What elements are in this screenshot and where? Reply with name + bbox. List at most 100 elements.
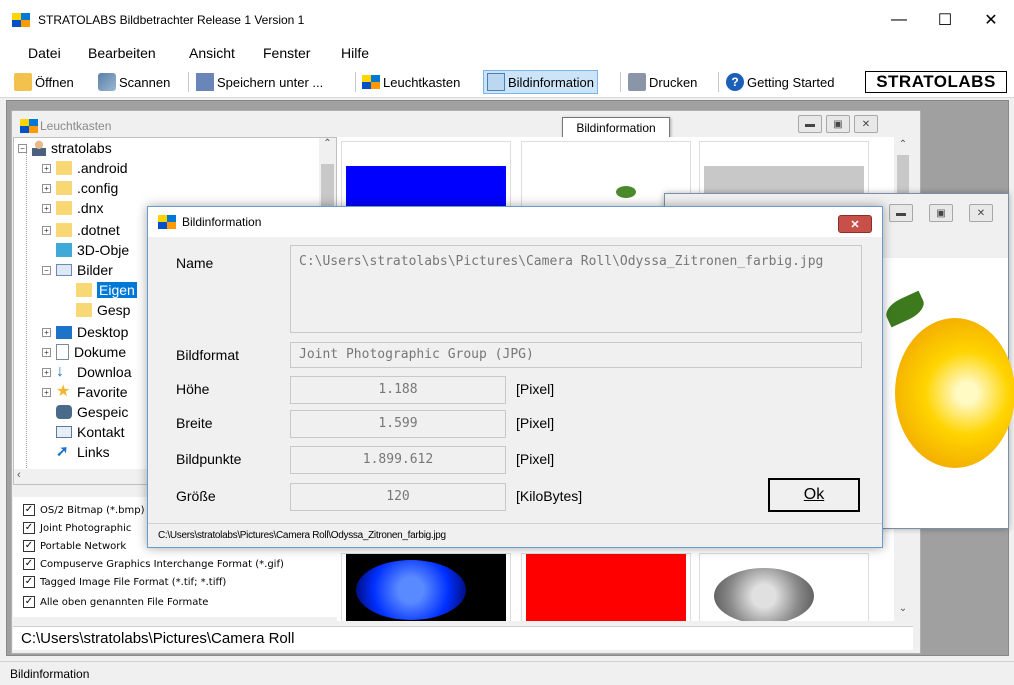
tree-item-kontakte[interactable]: Kontakt	[56, 422, 124, 442]
width-label: Breite	[176, 415, 213, 431]
print-button[interactable]: Drucken	[628, 70, 697, 94]
thumbnail-blue[interactable]	[341, 141, 511, 208]
tree-item-root[interactable]: − stratolabs	[18, 138, 112, 158]
game-icon	[56, 405, 72, 419]
scroll-up-icon[interactable]: ⌃	[894, 139, 912, 153]
checkbox-checked-icon: ✓	[23, 576, 35, 588]
current-path: C:\Users\stratolabs\Pictures\Camera Roll	[13, 626, 913, 650]
tree-item-links[interactable]: ➚ Links	[56, 442, 110, 462]
height-field[interactable]: 1.188	[290, 376, 506, 404]
tree-item-dnx[interactable]: + .dnx	[42, 198, 103, 218]
tree-item-label: .dnx	[77, 200, 104, 216]
ok-label: Ok	[803, 486, 825, 503]
tree-item-gespeicherte[interactable]: Gesp	[76, 300, 130, 320]
tree-item-downloads[interactable]: + ↓ Downloa	[42, 362, 131, 382]
tree-item-label: stratolabs	[51, 140, 112, 156]
pixels-unit: [Pixel]	[516, 451, 555, 467]
scroll-down-icon[interactable]: ⌄	[894, 603, 912, 617]
dialog-title-bar: Bildinformation ✕	[148, 207, 882, 237]
image-info-button[interactable]: Bildinformation	[483, 70, 598, 94]
minimize-button[interactable]: —	[876, 0, 922, 40]
desktop-icon	[56, 325, 72, 339]
name-field[interactable]: C:\Users\stratolabs\Pictures\Camera Roll…	[290, 245, 862, 333]
scanner-icon	[98, 73, 116, 91]
menu-datei[interactable]: Datei	[28, 45, 61, 61]
tree-item-label: Dokume	[74, 344, 127, 360]
pixels-label: Bildpunkte	[176, 451, 242, 467]
scroll-up-icon[interactable]: ⌃	[319, 138, 336, 155]
format-field[interactable]: Joint Photographic Group (JPG)	[290, 342, 862, 368]
format-label: Bildformat	[176, 347, 240, 363]
scroll-left-icon[interactable]: ‹	[17, 469, 21, 481]
format-checkbox-tiff[interactable]: ✓ Tagged Image File Format (*.tif; *.tiff…	[23, 573, 226, 591]
dialog-logo-icon	[158, 215, 176, 229]
document-icon	[56, 344, 69, 360]
tree-item-config[interactable]: + .config	[42, 178, 118, 198]
getting-started-button[interactable]: ? Getting Started	[726, 70, 834, 94]
format-checkbox-gif[interactable]: ✓ Compuserve Graphics Interchange Format …	[23, 555, 284, 573]
thumbnail-gray-lemons[interactable]	[699, 553, 869, 621]
expand-icon: +	[42, 225, 51, 235]
tree-item-android[interactable]: + .android	[42, 158, 128, 178]
tree-item-label: .dotnet	[77, 222, 120, 238]
folder-icon	[76, 283, 92, 297]
image-window-restore-button[interactable]: ▣	[929, 204, 953, 222]
dialog-close-button[interactable]: ✕	[838, 215, 872, 233]
format-checkbox-all[interactable]: ✓ Alle oben genannten File Formate	[23, 593, 208, 611]
tree-item-dokumente[interactable]: + Dokume	[42, 342, 126, 362]
thumbnail-red-lemons[interactable]	[521, 553, 691, 621]
tree-item-bilder[interactable]: − Bilder	[42, 260, 113, 280]
tree-item-label: .android	[77, 160, 128, 176]
format-label: Alle oben genannten File Formate	[40, 596, 209, 608]
image-window-minimize-button[interactable]: ▬	[889, 204, 913, 222]
open-label: Öffnen	[35, 74, 74, 90]
format-label: OS/2 Bitmap (*.bmp)	[40, 504, 145, 516]
tooltip: Bildinformation	[562, 117, 670, 139]
checkbox-checked-icon: ✓	[23, 558, 35, 570]
thumbnail-image	[526, 166, 686, 208]
width-unit: [Pixel]	[516, 415, 555, 431]
lightbox-button[interactable]: Leuchtkasten	[362, 70, 460, 94]
folder-icon	[56, 161, 72, 175]
image-window-close-button[interactable]: ✕	[969, 204, 993, 222]
scan-button[interactable]: Scannen	[98, 70, 170, 94]
expand-icon: +	[42, 327, 51, 337]
menu-ansicht[interactable]: Ansicht	[189, 45, 235, 61]
dialog-status-bar: C:\Users\stratolabs\Pictures\Camera Roll…	[148, 523, 882, 547]
close-button[interactable]: ✕	[968, 0, 1014, 40]
tree-item-desktop[interactable]: + Desktop	[42, 322, 128, 342]
height-unit: [Pixel]	[516, 381, 555, 397]
checkbox-checked-icon: ✓	[23, 596, 35, 608]
menu-bearbeiten[interactable]: Bearbeiten	[88, 45, 156, 61]
collapse-icon: −	[42, 265, 51, 275]
ok-button[interactable]: Ok	[768, 478, 860, 512]
dialog-title: Bildinformation	[182, 215, 262, 229]
menu-hilfe[interactable]: Hilfe	[341, 45, 369, 61]
lightbox-icon	[362, 73, 380, 91]
lightbox-close-button[interactable]: ✕	[854, 115, 878, 133]
size-field[interactable]: 120	[290, 483, 506, 511]
tree-item-3d-objects[interactable]: 3D-Obje	[56, 240, 129, 260]
width-field[interactable]: 1.599	[290, 410, 506, 438]
tree-item-gespeicherte-spiele[interactable]: Gespeic	[56, 402, 128, 422]
maximize-button[interactable]: ☐	[922, 0, 968, 40]
tree-item-label: Eigen	[97, 282, 137, 298]
format-checkbox-jpg[interactable]: ✓ Joint Photographic	[23, 519, 131, 537]
lightbox-minimize-button[interactable]: ▬	[798, 115, 822, 133]
tree-item-label: Kontakt	[77, 424, 125, 440]
pixels-field[interactable]: 1.899.612	[290, 446, 506, 474]
lightbox-title: Leuchtkasten	[40, 119, 112, 133]
tree-item-eigene[interactable]: Eigen	[76, 280, 137, 300]
open-button[interactable]: Öffnen	[14, 70, 74, 94]
lightbox-restore-button[interactable]: ▣	[826, 115, 850, 133]
save-as-button[interactable]: Speichern unter ...	[196, 70, 323, 94]
tree-item-dotnet[interactable]: + .dotnet	[42, 220, 120, 240]
thumbnail-blue-lemons[interactable]	[341, 553, 511, 621]
folder-open-icon	[14, 73, 32, 91]
tree-item-favoriten[interactable]: + ★ Favorite	[42, 382, 128, 402]
menu-fenster[interactable]: Fenster	[263, 45, 310, 61]
format-checkbox-png[interactable]: ✓ Portable Network	[23, 537, 126, 555]
expand-icon: +	[42, 387, 51, 397]
folder-icon	[56, 201, 72, 215]
format-checkbox-bmp[interactable]: ✓ OS/2 Bitmap (*.bmp)	[23, 501, 145, 519]
